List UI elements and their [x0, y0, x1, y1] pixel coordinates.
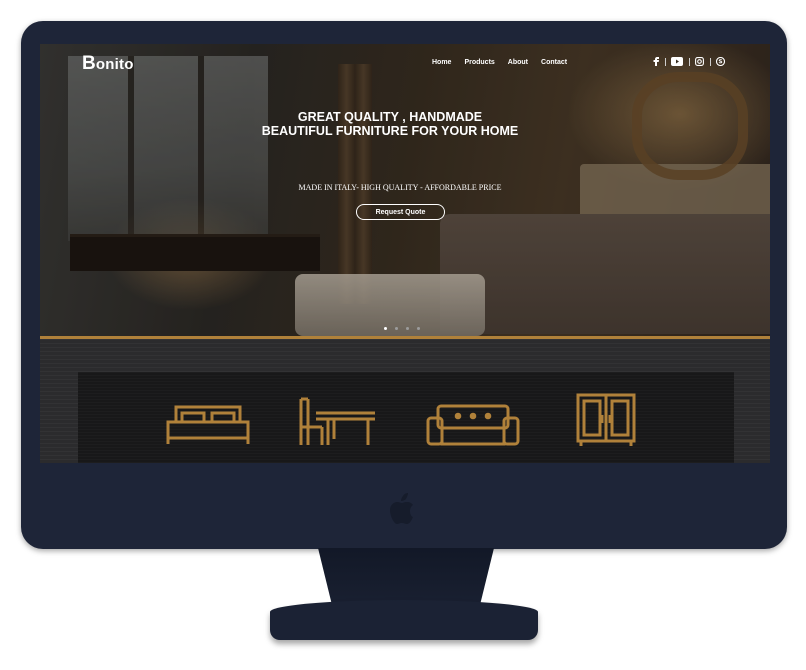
facebook-icon[interactable] — [653, 57, 659, 66]
apple-logo-icon — [390, 493, 413, 524]
skype-icon[interactable] — [716, 57, 725, 66]
slider-dot[interactable] — [384, 327, 387, 330]
nav-home[interactable]: Home — [432, 59, 451, 66]
brand-logo[interactable]: Bonito — [82, 53, 134, 75]
instagram-icon[interactable] — [695, 57, 704, 66]
website-screen: Bonito Home Products About Contact GREAT… — [40, 44, 770, 463]
social-links — [653, 57, 731, 66]
hero-headline: GREAT QUALITY , HANDMADE BEAUTIFUL FURNI… — [190, 110, 590, 138]
youtube-icon[interactable] — [671, 57, 683, 66]
main-nav: Home Products About Contact — [432, 59, 580, 66]
hero-headline-line1: GREAT QUALITY , HANDMADE — [297, 110, 483, 124]
dining-table-chair-icon[interactable] — [298, 397, 378, 447]
wardrobe-icon[interactable] — [575, 393, 637, 447]
slider-pagination — [384, 327, 428, 330]
logo-initial: B — [82, 53, 96, 74]
nav-about[interactable]: About — [508, 59, 528, 66]
sofa-icon[interactable] — [426, 404, 520, 448]
monitor-stand-base — [270, 600, 538, 640]
slider-dot[interactable] — [406, 327, 409, 330]
bed-icon[interactable] — [166, 405, 250, 445]
slider-dot[interactable] — [417, 327, 420, 330]
logo-text: onito — [95, 56, 134, 73]
hero-headline-line2: BEAUTIFUL FURNITURE FOR YOUR HOME — [261, 124, 519, 138]
nav-contact[interactable]: Contact — [541, 59, 567, 66]
category-icons-panel — [78, 372, 734, 463]
hero-subline: MADE IN ITALY- HIGH QUALITY - AFFORDABLE… — [298, 183, 502, 192]
slider-dot[interactable] — [395, 327, 398, 330]
request-quote-button[interactable]: Request Quote — [356, 204, 445, 220]
nav-products[interactable]: Products — [464, 59, 494, 66]
hero-slider: Bonito Home Products About Contact GREAT… — [40, 44, 770, 336]
